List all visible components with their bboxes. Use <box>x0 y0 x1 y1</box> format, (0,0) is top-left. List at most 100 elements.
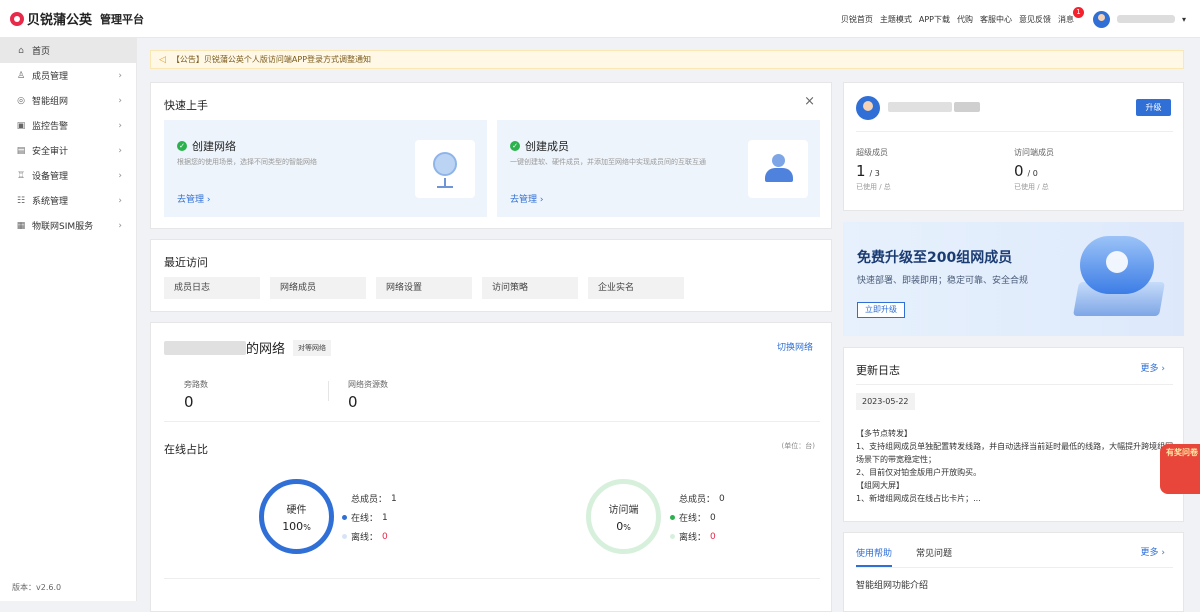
sidebar-item[interactable]: ▤ 安全审计 › <box>0 138 136 163</box>
system-icon: ☷ <box>16 195 26 206</box>
visitor-member-stat: 访问端成员 0/ 0 已使用 / 总 <box>1014 147 1054 192</box>
user-icon: ♙ <box>16 70 26 81</box>
online-label: 在线： <box>679 514 707 524</box>
create-network-link[interactable]: 去管理 › <box>177 192 210 205</box>
account-avatar <box>856 96 880 120</box>
nav-home[interactable]: 贝锐首页 <box>841 14 873 25</box>
create-member-card[interactable]: ✓ 创建成员 一键创建软、硬件成员，并添加至网络中实现成员间的互联互通 去管理 › <box>497 120 820 217</box>
close-icon[interactable]: × <box>804 94 815 109</box>
help-more-link[interactable]: 更多 › <box>1141 545 1165 558</box>
recent-chip-enterprise-verify[interactable]: 企业实名 <box>588 277 684 299</box>
logo[interactable]: 贝锐蒲公英 管理平台 <box>10 9 144 28</box>
message-count-badge: 1 <box>1072 6 1084 18</box>
nav-feedback[interactable]: 意见反馈 <box>1019 14 1051 25</box>
changelog-line: 1、新增组网成员在线占比卡片；... <box>856 494 981 503</box>
recent-chip-access-policy[interactable]: 访问策略 <box>482 277 578 299</box>
sidebar-item[interactable]: ▦ 物联网SIM服务 › <box>0 213 136 238</box>
divider <box>856 131 1173 132</box>
total-label: 总成员： <box>679 495 716 505</box>
stat-divider <box>328 381 329 401</box>
bypass-label: 旁路数 <box>184 380 208 389</box>
recent-chip-member-log[interactable]: 成员日志 <box>164 277 260 299</box>
speaker-icon: ◁ <box>159 54 166 65</box>
percent-unit: % <box>623 523 631 532</box>
globe-icon <box>415 140 475 198</box>
create-member-link[interactable]: 去管理 › <box>510 192 543 205</box>
sidebar-item[interactable]: ◎ 智能组网 › <box>0 88 136 113</box>
create-network-card[interactable]: ✓ 创建网络 根据您的使用场景，选择不同类型的智能网络 去管理 › <box>164 120 487 217</box>
announcement-text[interactable]: 【公告】贝锐蒲公英个人版访问端APP登录方式调整通知 <box>172 54 371 65</box>
user-avatar[interactable] <box>1092 10 1110 28</box>
tab-faq[interactable]: 常见问题 <box>916 546 952 559</box>
cloud-icon <box>1080 236 1154 294</box>
sidebar-item-label: 首页 <box>32 47 51 57</box>
help-item[interactable]: 智能组网功能介绍 <box>856 578 928 591</box>
changelog-title: 更新日志 <box>856 364 900 377</box>
sidebar-item-label: 成员管理 <box>32 72 69 82</box>
sidebar-item[interactable]: ▣ 监控告警 › <box>0 113 136 138</box>
chevron-right-icon: › <box>118 170 122 181</box>
unit-label: (单位：台) <box>781 442 815 450</box>
online-label: 在线： <box>351 514 379 524</box>
tab-help[interactable]: 使用帮助 <box>856 546 893 567</box>
online-dot <box>342 515 347 520</box>
announcement-bar[interactable]: ◁ 【公告】贝锐蒲公英个人版访问端APP登录方式调整通知 <box>150 50 1184 69</box>
quickstart-card: 快速上手 × ✓ 创建网络 根据您的使用场景，选择不同类型的智能网络 去管理 › … <box>150 82 832 229</box>
changelog-date: 2023-05-22 <box>856 393 915 410</box>
version-label: 版本：v2.6.0 <box>12 583 62 592</box>
quickstart-title: 快速上手 <box>164 99 208 112</box>
hardware-online-value: 1 <box>382 512 388 523</box>
chevron-down-icon[interactable]: ▾ <box>1182 15 1186 24</box>
check-icon: ✓ <box>510 141 520 151</box>
user-name-blurred[interactable] <box>1116 15 1175 23</box>
messages-label: 消息 <box>1057 14 1074 24</box>
offline-label: 离线： <box>679 533 707 543</box>
online-ratio-title: 在线占比 <box>164 443 208 456</box>
survey-floating-button[interactable]: 有奖问卷 <box>1160 444 1200 494</box>
top-nav: 贝锐首页 主题模式 APP下载 代购 客服中心 意见反馈 消息 1 ▾ <box>841 0 1186 38</box>
sidebar-item[interactable]: ♙ 成员管理 › <box>0 63 136 88</box>
monitor-icon: ▣ <box>16 120 26 131</box>
upgrade-promo-banner[interactable]: 免费升级至200组网成员 快速部署、即装即用；稳定可靠、安全合规 立即升级 <box>843 222 1184 336</box>
resources-label: 网络资源数 <box>348 380 388 389</box>
visitor-ring: 访问端 0% <box>586 479 661 554</box>
chevron-right-icon: › <box>118 120 122 131</box>
chevron-right-icon: › <box>118 195 122 206</box>
visitor-member-used: 0 <box>1014 162 1024 180</box>
account-name-blurred <box>888 102 952 112</box>
sidebar-item[interactable]: ♖ 设备管理 › <box>0 163 136 188</box>
network-title-suffix: 的网络 <box>246 342 286 357</box>
member-icon <box>748 140 808 198</box>
chevron-right-icon: › <box>118 70 122 81</box>
visitor-member-total: / 0 <box>1027 169 1038 178</box>
nav-messages[interactable]: 消息 1 <box>1057 6 1084 25</box>
super-member-label: 超级成员 <box>856 148 888 157</box>
nav-app-download[interactable]: APP下载 <box>919 14 950 25</box>
create-member-desc: 一键创建软、硬件成员，并添加至网络中实现成员间的互联互通 <box>510 158 706 166</box>
switch-network-link[interactable]: 切换网络 <box>777 340 813 353</box>
nav-theme[interactable]: 主题模式 <box>880 14 912 25</box>
nav-service[interactable]: 客服中心 <box>980 14 1012 25</box>
create-network-desc: 根据您的使用场景，选择不同类型的智能网络 <box>177 158 317 166</box>
nav-purchase[interactable]: 代购 <box>957 14 973 25</box>
total-label: 总成员： <box>351 495 388 505</box>
hardware-online-row: 在线： 1 <box>342 511 388 524</box>
recent-visits-card: 最近访问 成员日志 网络成员 网络设置 访问策略 企业实名 <box>150 239 832 312</box>
sidebar: ⌂ 首页 ♙ 成员管理 › ◎ 智能组网 › ▣ 监控告警 › ▤ 安全审计 › ♖ 设备管理 › ☷ 系统管理 › ▦… <box>0 38 137 601</box>
sidebar-item[interactable]: ⌂ 首页 <box>0 38 136 63</box>
recent-chip-network-settings[interactable]: 网络设置 <box>376 277 472 299</box>
bypass-value: 0 <box>184 393 194 411</box>
recent-chip-network-members[interactable]: 网络成员 <box>270 277 366 299</box>
visitor-total-value: 0 <box>719 493 725 504</box>
upgrade-button[interactable]: 升级 <box>1136 99 1171 116</box>
online-dot <box>670 515 675 520</box>
promo-upgrade-button[interactable]: 立即升级 <box>857 302 905 318</box>
home-icon: ⌂ <box>18 45 24 56</box>
changelog-more-link[interactable]: 更多 › <box>1141 361 1165 374</box>
resources-value: 0 <box>348 393 358 411</box>
sidebar-item[interactable]: ☷ 系统管理 › <box>0 188 136 213</box>
visitor-online-row: 在线： 0 <box>670 511 716 524</box>
super-member-total: / 3 <box>869 169 880 178</box>
promo-subtitle: 快速部署、即装即用；稳定可靠、安全合规 <box>857 276 1029 286</box>
divider <box>856 384 1173 385</box>
